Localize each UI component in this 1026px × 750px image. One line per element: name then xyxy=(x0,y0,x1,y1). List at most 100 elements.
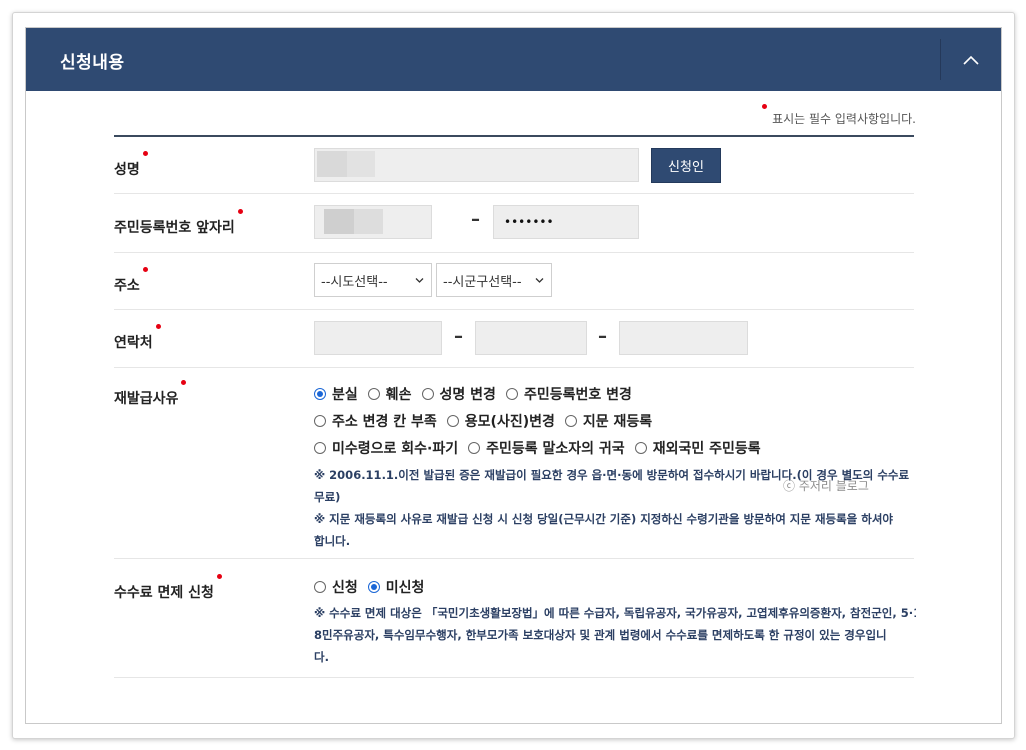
radio-label: 지문 재등록 xyxy=(582,414,653,430)
radio-circle xyxy=(446,415,459,427)
contact-label: 연락처 xyxy=(114,324,161,352)
radio-name-change[interactable]: 성명 변경 xyxy=(421,384,496,404)
required-dot-icon xyxy=(762,104,768,109)
resident-number-front-input[interactable] xyxy=(314,205,432,239)
reissue-reason-label: 재발급사유 xyxy=(114,380,187,408)
contact-dash-1: – xyxy=(454,326,463,347)
radio-circle xyxy=(314,581,326,593)
reissue-reason-label-text: 재발급사유 xyxy=(114,391,179,407)
contact-label-text: 연락처 xyxy=(114,335,153,351)
redacted-block xyxy=(317,151,347,177)
radio-circle xyxy=(367,388,380,400)
required-dot-icon xyxy=(237,209,243,214)
panel-title: 신청내용 xyxy=(60,53,125,73)
radio-label: 분실 xyxy=(332,387,358,403)
notice-line: 다. xyxy=(314,650,329,664)
window-frame: 신청내용 표시는 필수 입력사항입니다. 성명 신청인 주민등록번호 앞자리 –… xyxy=(12,12,1015,739)
redacted-block xyxy=(354,209,383,234)
notice-line: ※ 지문 재등록의 사유로 재발급 신청 시 신청 당일(근무시간 기준) 지정… xyxy=(314,512,894,526)
required-dot-icon xyxy=(142,267,148,272)
row-contact: 연락처 – – xyxy=(114,310,914,368)
required-dot-icon xyxy=(142,151,148,156)
radio-circle xyxy=(314,442,326,454)
address-label-text: 주소 xyxy=(114,278,140,294)
radio-circle xyxy=(314,388,326,400)
chevron-down-icon xyxy=(415,278,424,283)
reason-options-line-3: 미수령으로 회수·파기 주민등록 말소자의 귀국 재외국민 주민등록 xyxy=(314,438,771,458)
sigungu-select[interactable]: --시군구선택-- xyxy=(436,263,552,297)
radio-label: 용모(사진)변경 xyxy=(464,414,555,430)
row-name: 성명 신청인 xyxy=(114,137,914,194)
name-label: 성명 xyxy=(114,151,148,179)
radio-fee-not-apply[interactable]: 미신청 xyxy=(367,577,425,597)
fee-exemption-notice: ※ 수수료 면제 대상은 「국민기초생활보장법」에 따른 수급자, 독립유공자,… xyxy=(314,602,916,668)
reason-options-line-1: 분실 훼손 성명 변경 주민등록번호 변경 xyxy=(314,384,642,404)
radio-circle xyxy=(421,388,434,400)
sido-select[interactable]: --시도선택-- xyxy=(314,263,432,297)
radio-damage[interactable]: 훼손 xyxy=(367,384,412,404)
resident-number-label: 주민등록번호 앞자리 xyxy=(114,209,243,237)
chevron-up-icon xyxy=(963,55,979,65)
radio-circle xyxy=(505,388,518,400)
contact-part2-input[interactable] xyxy=(475,321,587,355)
row-reissue-reason: 재발급사유 분실 훼손 성명 변경 주민등록번호 변경 주소 변경 칸 부족 용… xyxy=(114,368,914,559)
notice-line: ※ 수수료 면제 대상은 「국민기초생활보장법」에 따른 수급자, 독립유공자,… xyxy=(314,606,916,620)
name-input[interactable] xyxy=(314,148,639,182)
radio-fingerprint[interactable]: 지문 재등록 xyxy=(564,411,653,431)
row-fee-exemption: 수수료 면제 신청 신청 미신청 ※ 수수료 면제 대상은 「국민기초생활보장법… xyxy=(114,559,916,678)
radio-circle xyxy=(564,415,577,427)
contact-part1-input[interactable] xyxy=(314,321,442,355)
radio-circle xyxy=(367,581,380,593)
radio-label: 미수령으로 회수·파기 xyxy=(332,441,459,457)
notice-line: 8민주유공자, 특수임무수행자, 한부모가족 보호대상자 및 관계 법령에서 수… xyxy=(314,628,887,642)
name-label-text: 성명 xyxy=(114,162,140,178)
reason-options-line-2: 주소 변경 칸 부족 용모(사진)변경 지문 재등록 xyxy=(314,411,662,431)
resident-number-label-text: 주민등록번호 앞자리 xyxy=(114,220,235,236)
row-resident-number: 주민등록번호 앞자리 – ••••••• xyxy=(114,194,914,253)
radio-circle xyxy=(314,415,326,427)
sido-select-value: --시도선택-- xyxy=(321,274,388,290)
radio-label: 주소 변경 칸 부족 xyxy=(332,414,437,430)
address-label: 주소 xyxy=(114,267,148,295)
watermark: ⓒ 주저리 블로그 xyxy=(783,479,869,493)
chevron-down-icon xyxy=(535,278,544,283)
radio-label: 재외국민 주민등록 xyxy=(652,441,761,457)
radio-photo-change[interactable]: 용모(사진)변경 xyxy=(446,411,555,431)
required-dot-icon xyxy=(155,324,161,329)
panel-header: 신청내용 xyxy=(26,28,1001,91)
radio-fee-apply[interactable]: 신청 xyxy=(314,577,358,597)
redacted-block xyxy=(347,151,375,177)
fee-exemption-label-text: 수수료 면제 신청 xyxy=(114,585,214,601)
radio-label: 주민등록 말소자의 귀국 xyxy=(486,441,625,457)
resident-number-back-input[interactable]: ••••••• xyxy=(493,205,639,239)
required-note: 표시는 필수 입력사항입니다. xyxy=(762,104,916,127)
radio-label: 신청 xyxy=(332,580,358,596)
fee-options: 신청 미신청 xyxy=(314,577,434,597)
radio-return[interactable]: 주민등록 말소자의 귀국 xyxy=(468,438,625,458)
radio-rrn-change[interactable]: 주민등록번호 변경 xyxy=(505,384,632,404)
collapse-button[interactable] xyxy=(941,28,1001,91)
fee-exemption-label: 수수료 면제 신청 xyxy=(114,574,222,602)
application-form: 성명 신청인 주민등록번호 앞자리 – ••••••• 주소 --시도선택-- … xyxy=(114,135,916,678)
resident-number-dash: – xyxy=(471,209,480,230)
contact-part3-input[interactable] xyxy=(619,321,748,355)
row-address: 주소 --시도선택-- --시군구선택-- xyxy=(114,253,914,310)
radio-label: 훼손 xyxy=(385,387,412,403)
radio-label: 미신청 xyxy=(385,580,425,596)
required-dot-icon xyxy=(216,574,222,579)
required-note-text: 표시는 필수 입력사항입니다. xyxy=(772,112,916,126)
radio-unclaimed[interactable]: 미수령으로 회수·파기 xyxy=(314,438,458,458)
masked-value: ••••••• xyxy=(504,215,554,229)
radio-circle xyxy=(634,442,647,454)
applicant-button[interactable]: 신청인 xyxy=(651,148,721,183)
redacted-block xyxy=(324,209,354,234)
radio-loss[interactable]: 분실 xyxy=(314,384,358,404)
radio-circle xyxy=(468,442,481,454)
contact-dash-2: – xyxy=(598,326,607,347)
radio-address-space[interactable]: 주소 변경 칸 부족 xyxy=(314,411,437,431)
application-panel: 신청내용 표시는 필수 입력사항입니다. 성명 신청인 주민등록번호 앞자리 –… xyxy=(25,27,1002,724)
radio-label: 성명 변경 xyxy=(439,387,496,403)
radio-label: 주민등록번호 변경 xyxy=(523,387,632,403)
radio-overseas[interactable]: 재외국민 주민등록 xyxy=(634,438,761,458)
sigungu-select-value: --시군구선택-- xyxy=(443,274,522,290)
